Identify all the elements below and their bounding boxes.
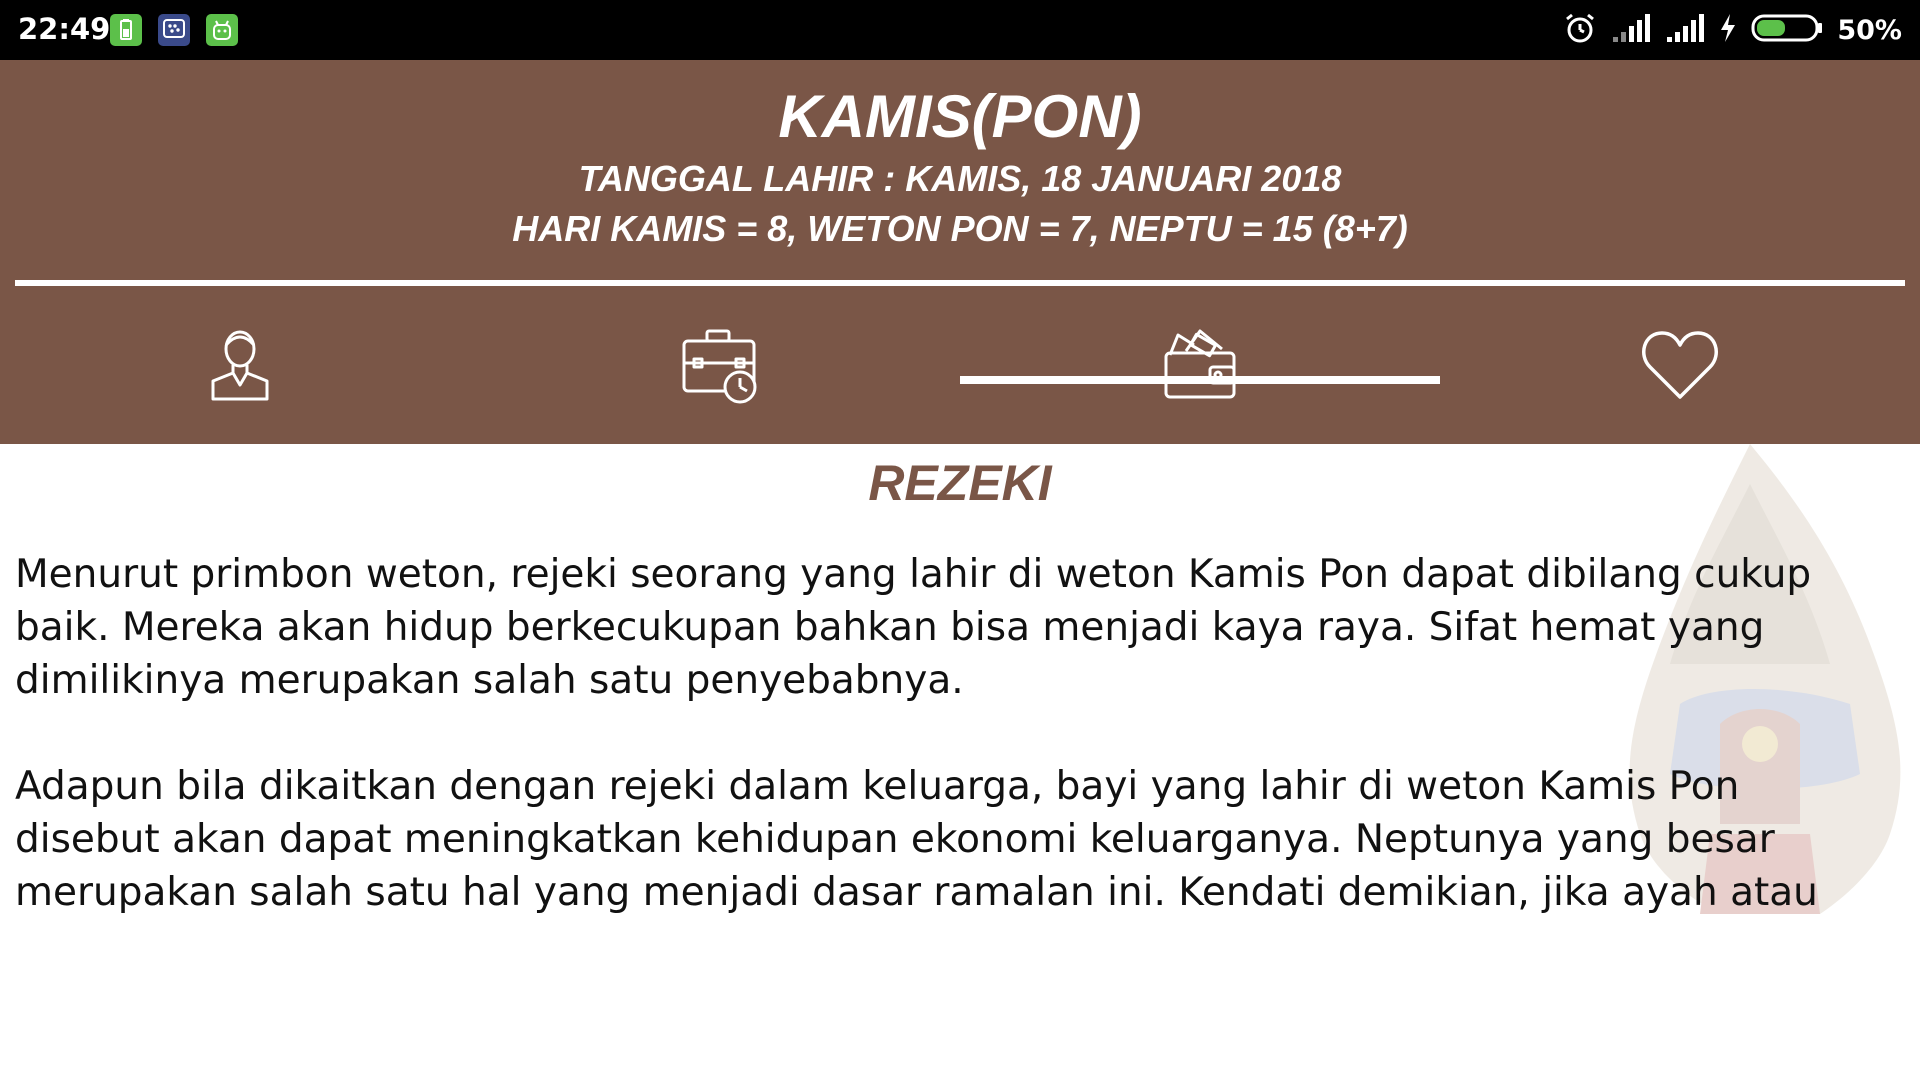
battery-percent: 50% [1837,14,1902,46]
tab-personality[interactable] [0,286,480,444]
charging-icon [1719,13,1737,48]
tab-fortune[interactable] [960,286,1440,444]
weton-title: KAMIS(PON) [778,83,1142,150]
battery-icon [1751,13,1823,48]
paragraph: Menurut primbon weton, rejeki seorang ya… [15,552,1812,703]
tab-bar [0,286,1920,444]
signal-icon [1665,13,1705,48]
tab-love[interactable] [1440,286,1920,444]
birth-date-text: TANGGAL LAHIR : KAMIS, 18 JANUARI 2018 [578,158,1342,199]
paragraph: Adapun bila dikaitkan dengan rejeki dala… [15,764,1818,915]
android-icon [206,14,238,46]
status-bar: 22:49 50% [0,0,1920,60]
neptu-text: HARI KAMIS = 8, WETON PON = 7, NEPTU = 1… [512,208,1408,249]
content-area[interactable]: REZEKI Menurut primbon weton, rejeki seo… [0,444,1920,930]
status-time: 22:49 [18,12,111,46]
briefcase-clock-icon [680,325,760,405]
tab-career[interactable] [480,286,960,444]
person-icon [205,325,275,405]
alarm-icon [1563,11,1597,50]
heart-icon [1640,327,1720,403]
fortune-text: Menurut primbon weton, rejeki seorang ya… [15,548,1895,930]
section-title: REZEKI [868,455,1052,511]
selected-tab-indicator [960,376,1440,384]
signal-icon [1611,13,1651,48]
wallet-icon [1160,325,1240,405]
battery-app-icon [110,14,142,46]
bbm-icon [158,14,190,46]
weton-header: KAMIS(PON) TANGGAL LAHIR : KAMIS, 18 JAN… [0,60,1920,444]
